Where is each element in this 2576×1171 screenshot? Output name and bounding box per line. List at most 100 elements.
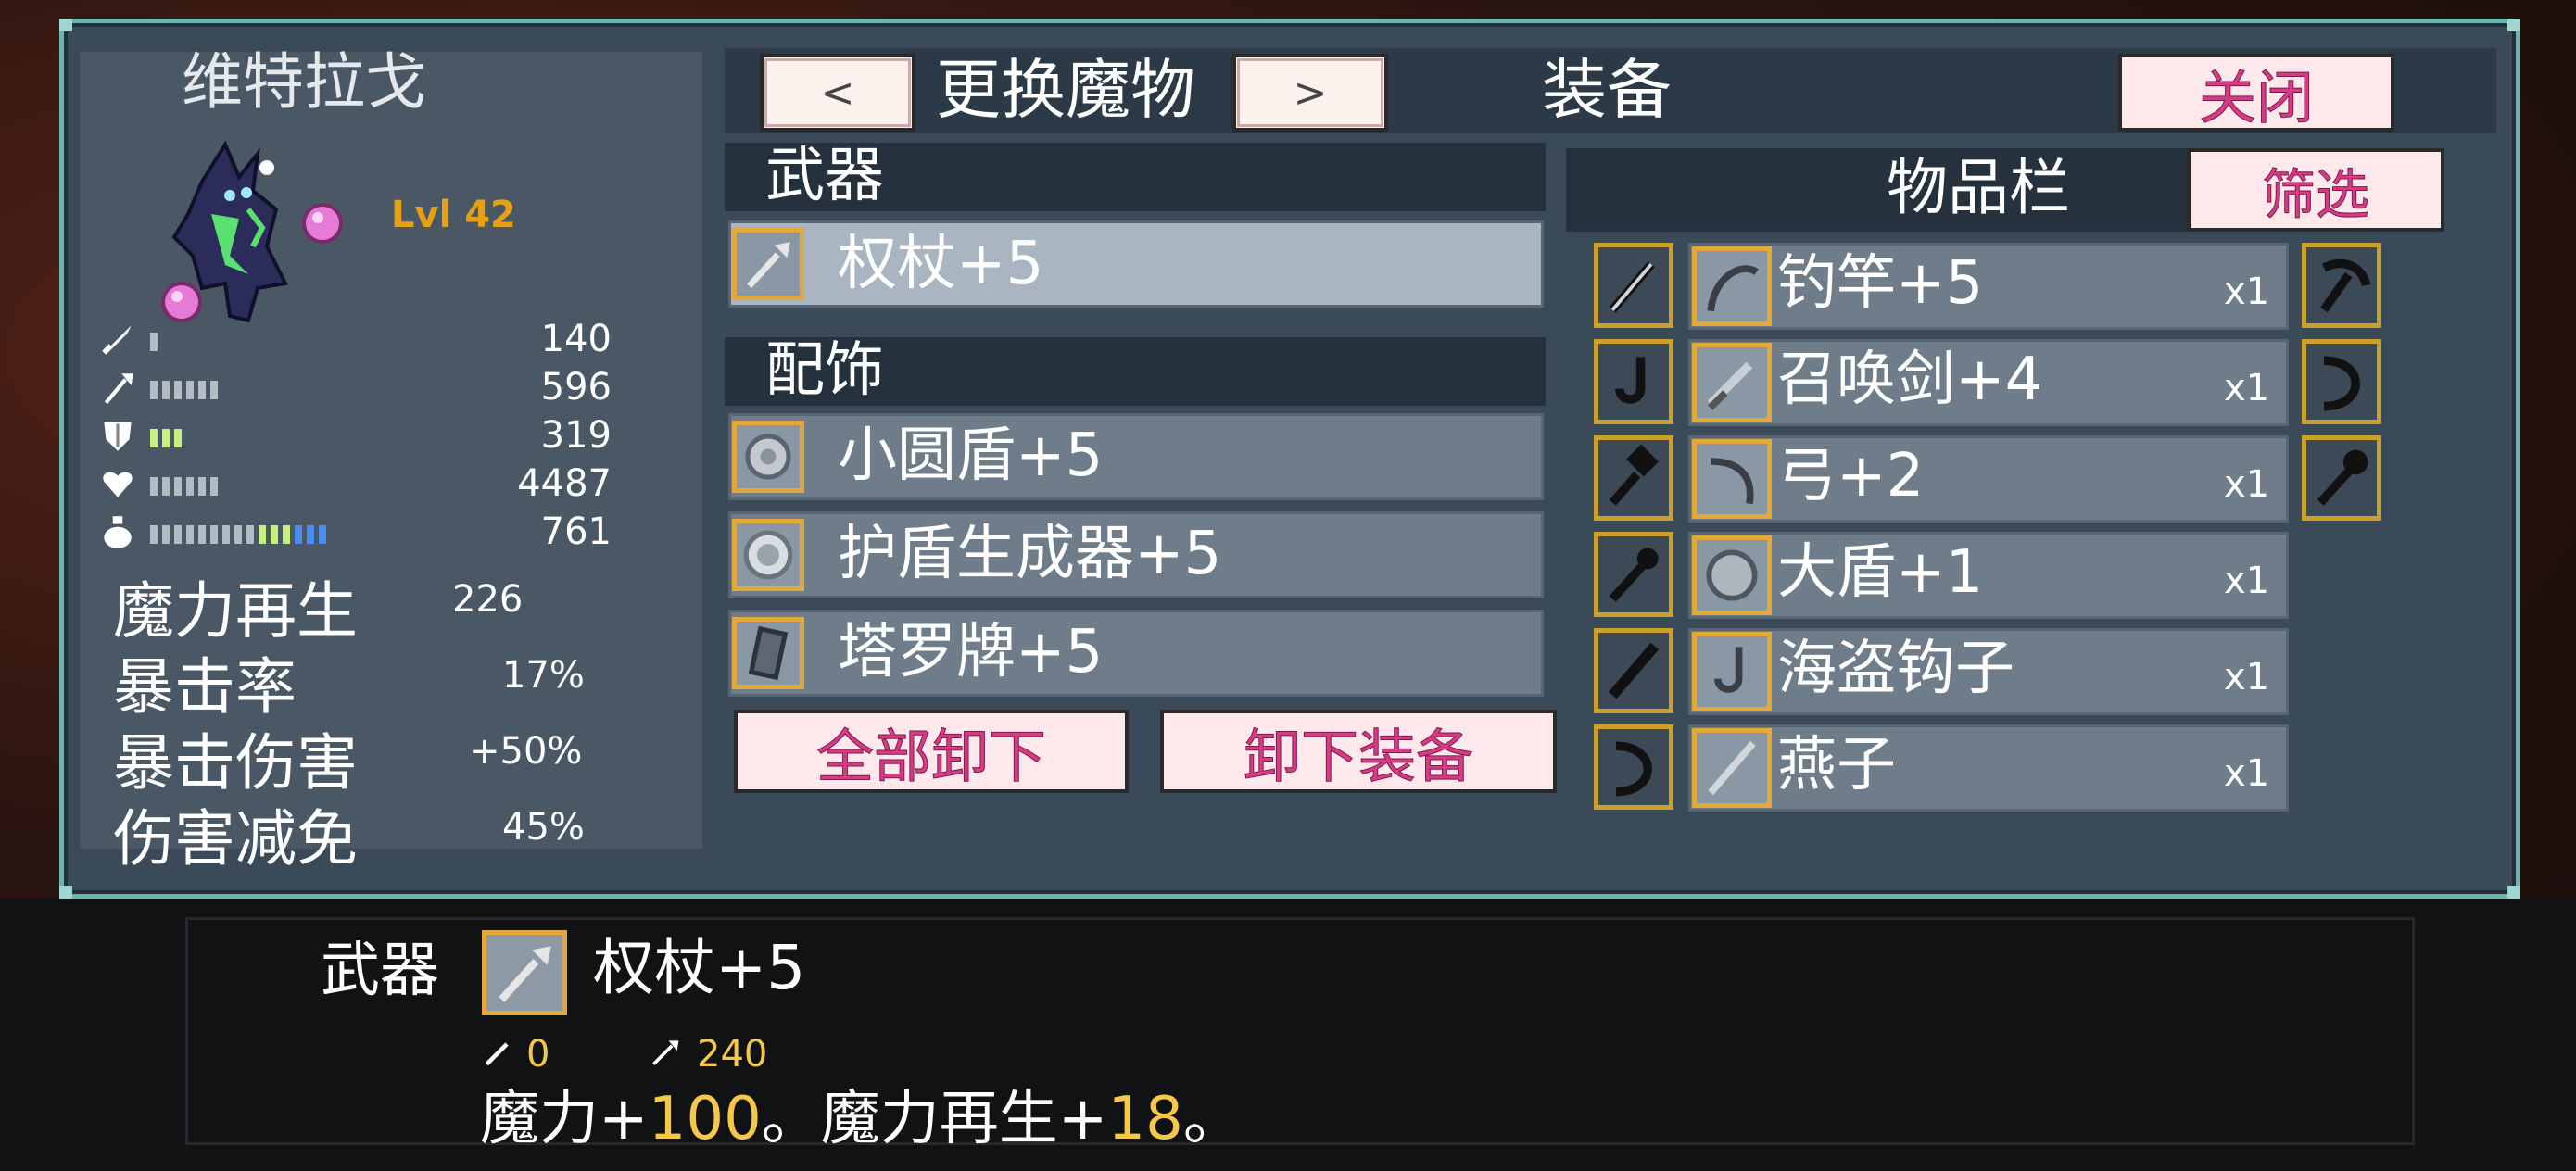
unequip-button[interactable]: 卸下装备 xyxy=(1160,710,1557,793)
weapon-section-label: 武器 xyxy=(765,142,884,210)
desc-separator: 。 xyxy=(761,1085,821,1153)
desc-mana-value: 100 xyxy=(648,1085,762,1153)
stat-bar-pip xyxy=(198,477,206,496)
detail-item-name: 权杖+5 xyxy=(593,932,806,1003)
inventory-item-name: 燕子 xyxy=(1777,731,1896,800)
stat-bar-pip xyxy=(162,525,170,544)
torch-icon xyxy=(1609,548,1659,602)
side-slot-fishing-rod[interactable] xyxy=(1594,243,1673,328)
next-monster-button[interactable]: > xyxy=(1232,54,1388,132)
character-stats-panel: 维特拉戈 Lvl 42 140 596 319 4487 761 魔力再生 22… xyxy=(76,46,706,875)
stat-bar-pip xyxy=(150,525,158,544)
stat-bar-pip xyxy=(198,525,206,544)
inventory-item-name: 召唤剑+4 xyxy=(1777,346,2043,414)
stat-bar-pip xyxy=(234,525,242,544)
inventory-item-name: 钓竿+5 xyxy=(1777,249,1984,318)
close-button[interactable]: 关闭 xyxy=(2118,54,2394,132)
stat-bar-pip xyxy=(319,525,326,544)
stat-bar-pip xyxy=(222,525,230,544)
stat-bar-pip xyxy=(210,477,218,496)
stat-bar-pip xyxy=(210,381,218,399)
shield-icon xyxy=(104,422,132,451)
sword-icon xyxy=(1692,343,1772,422)
side-slot-pickaxe[interactable] xyxy=(2302,243,2381,328)
stat-bar-pip xyxy=(162,429,170,447)
stat-value-defense: 319 xyxy=(540,414,612,457)
stat-bar-pip xyxy=(271,525,278,544)
detail-description: 魔力+ 100 。 魔力再生+ 18 。 xyxy=(480,1089,1243,1149)
prev-monster-button[interactable]: < xyxy=(760,54,915,132)
stat-value: 17% xyxy=(502,654,585,697)
stat-bar-pip xyxy=(150,381,158,399)
side-slot-horseshoe-2[interactable] xyxy=(2302,339,2381,424)
detail-category: 武器 xyxy=(321,937,439,1005)
potion-icon xyxy=(104,516,132,548)
side-slot-hook[interactable] xyxy=(1594,339,1673,424)
accessory-name-1: 小圆盾+5 xyxy=(838,422,1104,490)
weapon-name: 权杖+5 xyxy=(838,230,1044,298)
stat-row-defense: 319 xyxy=(98,414,691,457)
stat-bar-pip xyxy=(307,525,314,544)
horseshoe-icon xyxy=(1615,741,1652,797)
heart-icon xyxy=(103,472,133,497)
round-shield-icon xyxy=(1692,535,1772,615)
stat-bar-pip xyxy=(186,477,194,496)
stat-value-attack: 140 xyxy=(540,318,612,360)
side-slot-torch[interactable] xyxy=(1594,532,1673,617)
character-name: 维特拉戈 xyxy=(182,46,426,118)
bow-icon xyxy=(1692,439,1772,519)
shield-generator-icon xyxy=(732,519,804,591)
stat-bar-pip xyxy=(174,381,182,399)
mace-icon xyxy=(2317,449,2368,506)
sword-icon xyxy=(102,325,132,355)
stat-bar-pip xyxy=(174,429,182,447)
stat-label: 伤害减免 xyxy=(113,803,358,875)
stat-bar-pip xyxy=(162,477,170,496)
desc-regen-value: 18 xyxy=(1107,1085,1183,1153)
hook-icon xyxy=(1692,632,1772,711)
page-title: 装备 xyxy=(1542,52,1672,128)
dagger-icon xyxy=(1692,728,1772,808)
side-slot-mace[interactable] xyxy=(2302,435,2381,521)
stat-bar-pip xyxy=(295,525,302,544)
tarot-card-icon xyxy=(732,617,804,689)
stat-bar-pip xyxy=(150,429,158,447)
inventory-item-count: x1 xyxy=(2224,367,2270,409)
accessory-name-3: 塔罗牌+5 xyxy=(838,618,1104,686)
inventory-item-count: x1 xyxy=(2224,271,2270,313)
stat-bar-pip xyxy=(198,381,206,399)
desc-mana-label: 魔力+ xyxy=(480,1085,649,1153)
monster-sprite xyxy=(161,140,343,323)
side-slot-hammer[interactable] xyxy=(1594,435,1673,521)
stat-value: +50% xyxy=(469,730,583,773)
stat-value: 45% xyxy=(502,806,585,849)
stat-bar-pip xyxy=(186,525,194,544)
unequip-all-button[interactable]: 全部卸下 xyxy=(734,710,1129,793)
stat-crit-damage: 暴击伤害 +50% xyxy=(113,713,706,799)
side-slot-horseshoe[interactable] xyxy=(1594,724,1673,810)
accessory-section-label: 配饰 xyxy=(765,336,884,405)
character-level: Lvl 42 xyxy=(391,194,516,236)
stat-row-magic: 596 xyxy=(98,366,691,409)
stat-value: 226 xyxy=(452,578,524,621)
staff-icon xyxy=(652,1040,679,1065)
inventory-item-name: 弓+2 xyxy=(1777,442,1925,510)
stat-bar-pip xyxy=(162,381,170,399)
scepter-icon xyxy=(482,930,567,1015)
stat-value-health: 4487 xyxy=(517,462,612,505)
desc-end: 。 xyxy=(1182,1085,1243,1153)
fishing-rod-icon xyxy=(1609,261,1655,313)
stat-bar-pip xyxy=(259,525,266,544)
stat-bar-pip xyxy=(283,525,290,544)
pickaxe-icon xyxy=(2320,258,2371,313)
stat-row-mana: 761 xyxy=(98,510,691,553)
accessory-name-2: 护盾生成器+5 xyxy=(838,520,1222,588)
inventory-item-count: x1 xyxy=(2224,752,2270,795)
side-slot-blade[interactable] xyxy=(1594,628,1673,713)
filter-button[interactable]: 筛选 xyxy=(2187,148,2444,232)
stat-bar-pip xyxy=(174,525,182,544)
sword-icon xyxy=(485,1042,509,1066)
stat-value-mana: 761 xyxy=(540,510,612,553)
stat-bar-pip xyxy=(150,333,158,351)
inventory-title: 物品栏 xyxy=(1887,152,2070,223)
